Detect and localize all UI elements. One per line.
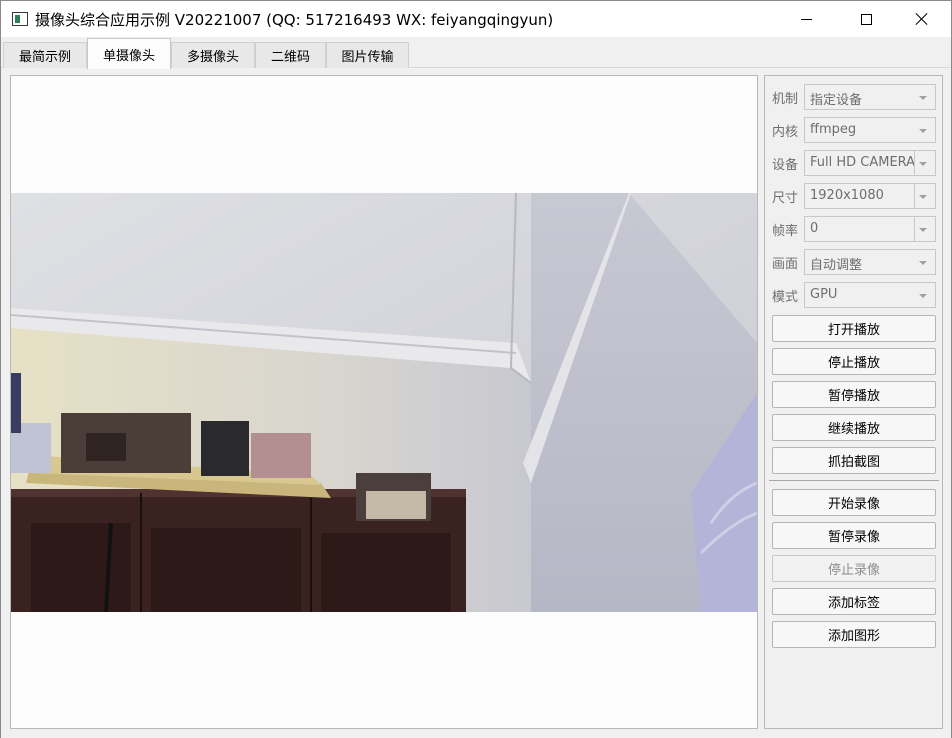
open-play-button[interactable]: 打开播放	[772, 315, 936, 342]
picture-row: 画面 自动调整	[772, 249, 940, 275]
pause-record-button[interactable]: 暂停录像	[772, 522, 936, 549]
fps-select[interactable]: 0	[804, 216, 936, 242]
chevron-down-icon	[919, 195, 927, 199]
tab-simple-demo[interactable]: 最简示例	[3, 42, 87, 68]
mode-select[interactable]: GPU	[804, 282, 936, 308]
tab-image-transfer[interactable]: 图片传输	[326, 42, 409, 68]
tab-single-camera[interactable]: 单摄像头	[87, 38, 171, 69]
add-shape-button[interactable]: 添加图形	[772, 621, 936, 648]
minimize-button[interactable]	[783, 1, 829, 37]
camera-video-image	[11, 193, 757, 612]
close-icon	[915, 12, 929, 26]
mode-value: GPU	[810, 287, 838, 302]
chevron-down-icon	[919, 294, 927, 298]
separator	[769, 480, 939, 481]
device-value: Full HD CAMERA	[810, 155, 916, 170]
resume-play-button[interactable]: 继续播放	[772, 414, 936, 441]
start-record-button[interactable]: 开始录像	[772, 489, 936, 516]
tab-content: 机制 指定设备 内核 ffmpeg 设备 Full HD CAMERA 尺寸 1…	[1, 68, 951, 738]
control-panel: 机制 指定设备 内核 ffmpeg 设备 Full HD CAMERA 尺寸 1…	[764, 75, 943, 729]
core-select[interactable]: ffmpeg	[804, 117, 936, 143]
size-select[interactable]: 1920x1080	[804, 183, 936, 209]
tab-multi-camera[interactable]: 多摄像头	[171, 42, 255, 68]
video-widget[interactable]	[10, 75, 758, 729]
size-value: 1920x1080	[810, 188, 884, 203]
core-label: 内核	[772, 125, 799, 140]
app-window-icon	[12, 12, 28, 26]
chevron-down-icon	[919, 162, 927, 166]
stop-record-button[interactable]: 停止录像	[772, 555, 936, 582]
picture-select[interactable]: 自动调整	[804, 249, 936, 275]
snapshot-button[interactable]: 抓拍截图	[772, 447, 936, 474]
fps-value: 0	[810, 221, 819, 236]
title-bar: 摄像头综合应用示例 V20221007 (QQ: 517216493 WX: f…	[1, 1, 951, 37]
picture-label: 画面	[772, 257, 799, 272]
maximize-icon	[860, 13, 872, 25]
tab-qrcode[interactable]: 二维码	[255, 42, 326, 68]
combo-divider	[914, 151, 915, 175]
size-row: 尺寸 1920x1080	[772, 183, 940, 209]
add-label-button[interactable]: 添加标签	[772, 588, 936, 615]
fps-label: 帧率	[772, 224, 799, 239]
picture-value: 自动调整	[810, 258, 863, 273]
stop-play-button[interactable]: 停止播放	[772, 348, 936, 375]
fps-row: 帧率 0	[772, 216, 940, 242]
window-title: 摄像头综合应用示例 V20221007 (QQ: 517216493 WX: f…	[35, 11, 554, 29]
core-value: ffmpeg	[810, 122, 857, 137]
core-row: 内核 ffmpeg	[772, 117, 940, 143]
chevron-down-icon	[919, 228, 927, 232]
pause-play-button[interactable]: 暂停播放	[772, 381, 936, 408]
mechanism-row: 机制 指定设备	[772, 84, 940, 110]
close-button[interactable]	[899, 1, 945, 37]
chevron-down-icon	[919, 129, 927, 133]
combo-divider	[914, 184, 915, 208]
chevron-down-icon	[919, 96, 927, 100]
mode-row: 模式 GPU	[772, 282, 940, 308]
mechanism-label: 机制	[772, 92, 799, 107]
maximize-button[interactable]	[843, 1, 889, 37]
tab-bar: 最简示例 单摄像头 多摄像头 二维码 图片传输	[1, 37, 951, 69]
minimize-icon	[800, 18, 812, 20]
mechanism-select[interactable]: 指定设备	[804, 84, 936, 110]
device-row: 设备 Full HD CAMERA	[772, 150, 940, 176]
mechanism-value: 指定设备	[810, 93, 863, 108]
mode-label: 模式	[772, 290, 799, 305]
size-label: 尺寸	[772, 191, 799, 206]
chevron-down-icon	[919, 261, 927, 265]
device-label: 设备	[772, 158, 799, 173]
device-select[interactable]: Full HD CAMERA	[804, 150, 936, 176]
app-window: 摄像头综合应用示例 V20221007 (QQ: 517216493 WX: f…	[0, 0, 952, 738]
combo-divider	[914, 217, 915, 241]
